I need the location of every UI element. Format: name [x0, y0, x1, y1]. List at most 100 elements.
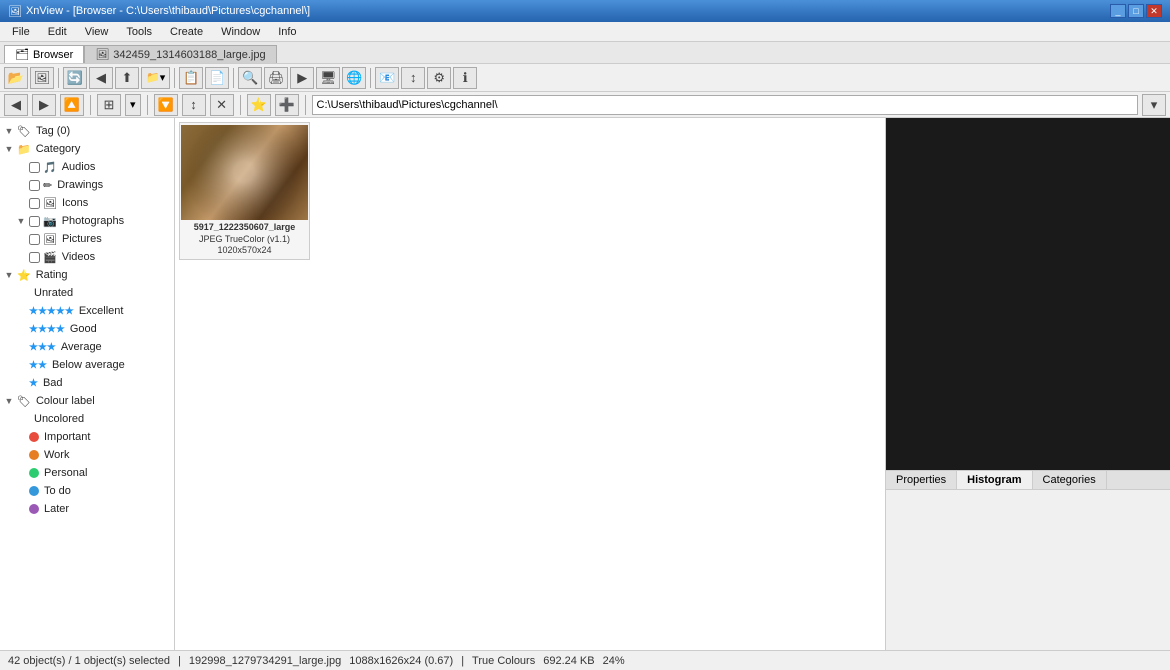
tab-properties[interactable]: Properties [886, 471, 957, 489]
tree-label: Colour label [36, 395, 95, 407]
print-button[interactable]: 🖨 [264, 67, 288, 89]
tree-item-good[interactable]: ★★★★Good [0, 320, 174, 338]
category-checkbox[interactable] [29, 252, 40, 263]
tree-item-todo[interactable]: To do [0, 482, 174, 500]
rating-star-icon: ★★★★ [29, 324, 65, 335]
back-button[interactable]: ◀ [89, 67, 113, 89]
tab-image[interactable]: 🖼 342459_1314603188_large.jpg [84, 45, 276, 63]
menu-window[interactable]: Window [213, 24, 268, 40]
nav-back-button[interactable]: ◀ [4, 94, 28, 116]
tree-item-personal[interactable]: Personal [0, 464, 174, 482]
menu-info[interactable]: Info [270, 24, 304, 40]
menu-tools[interactable]: Tools [118, 24, 160, 40]
folder-icon: 🖼 [43, 233, 57, 246]
sort-button[interactable]: ↕ [182, 94, 206, 116]
thumb-dims: 1020x570x24 [182, 245, 307, 257]
tree-item-bad[interactable]: ★Bad [0, 374, 174, 392]
color-dot [29, 450, 39, 460]
menu-create[interactable]: Create [162, 24, 211, 40]
menu-file[interactable]: File [4, 24, 38, 40]
category-checkbox[interactable] [29, 234, 40, 245]
web-button[interactable]: 🌐 [342, 67, 366, 89]
refresh-button[interactable]: 🔄 [63, 67, 87, 89]
tree-item-tag(0)[interactable]: ▼🏷Tag (0) [0, 122, 174, 140]
email-button[interactable]: 📧 [375, 67, 399, 89]
tab-browser[interactable]: 🗂 Browser [4, 45, 84, 63]
nav-up-button[interactable]: 🔼 [60, 94, 84, 116]
left-panel: ▼🏷Tag (0)▼📁Category🎵Audios✏Drawings🖼Icon… [0, 118, 175, 650]
nav-sep1 [90, 95, 91, 115]
category-checkbox[interactable] [29, 198, 40, 209]
tree-label: To do [44, 485, 71, 497]
delete-filter-button[interactable]: ✕ [210, 94, 234, 116]
transfer-button[interactable]: ↕ [401, 67, 425, 89]
tree-item-pictures[interactable]: 🖼Pictures [0, 230, 174, 248]
tree-item-category[interactable]: ▼📁Category [0, 140, 174, 158]
info-button[interactable]: ℹ [453, 67, 477, 89]
category-checkbox[interactable] [29, 180, 40, 191]
addressbar: ◀ ▶ 🔼 ⊞ ▾ 🔽 ↕ ✕ ⭐ ➕ ▾ [0, 92, 1170, 118]
nav-forward-button[interactable]: ▶ [32, 94, 56, 116]
sep2 [174, 68, 175, 88]
menu-edit[interactable]: Edit [40, 24, 75, 40]
category-checkbox[interactable] [29, 162, 40, 173]
tab-histogram[interactable]: Histogram [957, 471, 1032, 489]
tree-item-audios[interactable]: 🎵Audios [0, 158, 174, 176]
menu-view[interactable]: View [77, 24, 117, 40]
open-button[interactable]: 🖼 [30, 67, 54, 89]
status-objects: 42 object(s) / 1 object(s) selected [8, 655, 170, 667]
category-checkbox[interactable] [29, 216, 40, 227]
open-folder-button[interactable]: 📂 [4, 67, 28, 89]
view-thumbs-button[interactable]: ⊞ [97, 94, 121, 116]
search-button[interactable]: 🔍 [238, 67, 262, 89]
tree-item-uncolored[interactable]: Uncolored [0, 410, 174, 428]
thumb-canvas [181, 125, 308, 220]
settings-button[interactable]: ⚙ [427, 67, 451, 89]
view-dropdown[interactable]: ▾ [125, 94, 141, 116]
nav-sep2 [147, 95, 148, 115]
close-button[interactable]: ✕ [1146, 4, 1162, 18]
tree-item-colourlabel[interactable]: ▼🏷Colour label [0, 392, 174, 410]
tree-item-photographs[interactable]: ▼📷Photographs [0, 212, 174, 230]
tree-item-average[interactable]: ★★★Average [0, 338, 174, 356]
address-input[interactable] [312, 95, 1138, 115]
nav-sep3 [240, 95, 241, 115]
tree-item-drawings[interactable]: ✏Drawings [0, 176, 174, 194]
thumbnail-item[interactable]: 5917_1222350607_largeJPEG TrueColor (v1.… [179, 122, 310, 260]
window-title: XnView - [Browser - C:\Users\thibaud\Pic… [26, 5, 310, 17]
tree-item-excellent[interactable]: ★★★★★Excellent [0, 302, 174, 320]
tree-label: Category [36, 143, 81, 155]
add-fav-button[interactable]: ➕ [275, 94, 299, 116]
tree-item-unrated[interactable]: Unrated [0, 284, 174, 302]
app-icon: 🖼 [8, 5, 22, 18]
copy-button[interactable]: 📋 [179, 67, 203, 89]
minimize-button[interactable]: _ [1110, 4, 1126, 18]
tree-label: Excellent [79, 305, 124, 317]
tree-item-belowaverage[interactable]: ★★Below average [0, 356, 174, 374]
tree-item-later[interactable]: Later [0, 500, 174, 518]
status-sep2: | [461, 655, 464, 667]
rating-star-icon: ★★★ [29, 342, 56, 353]
tree-item-rating[interactable]: ▼⭐Rating [0, 266, 174, 284]
tree-item-important[interactable]: Important [0, 428, 174, 446]
tree-item-icons[interactable]: 🖼Icons [0, 194, 174, 212]
tree-item-work[interactable]: Work [0, 446, 174, 464]
monitor-button[interactable]: 🖥 [316, 67, 340, 89]
filter-button[interactable]: 🔽 [154, 94, 178, 116]
tree-item-videos[interactable]: 🎬Videos [0, 248, 174, 266]
paste-button[interactable]: 📄 [205, 67, 229, 89]
window-controls: _ □ ✕ [1110, 4, 1162, 18]
expander-icon: ▼ [4, 144, 14, 154]
tree-label: Below average [52, 359, 125, 371]
file-grid[interactable]: 5917_1222350607_largeJPEG TrueColor (v1.… [175, 118, 885, 650]
folder-icon: 🎵 [43, 161, 57, 174]
slideshow-button[interactable]: ▶ [290, 67, 314, 89]
bottom-tabs: Properties Histogram Categories [886, 470, 1170, 650]
folder-dropdown[interactable]: 📁▾ [141, 67, 170, 89]
fav-button[interactable]: ⭐ [247, 94, 271, 116]
right-panel: Properties Histogram Categories [885, 118, 1170, 650]
go-button[interactable]: ▾ [1142, 94, 1166, 116]
maximize-button[interactable]: □ [1128, 4, 1144, 18]
tab-categories[interactable]: Categories [1033, 471, 1107, 489]
folder-up-button[interactable]: ⬆ [115, 67, 139, 89]
